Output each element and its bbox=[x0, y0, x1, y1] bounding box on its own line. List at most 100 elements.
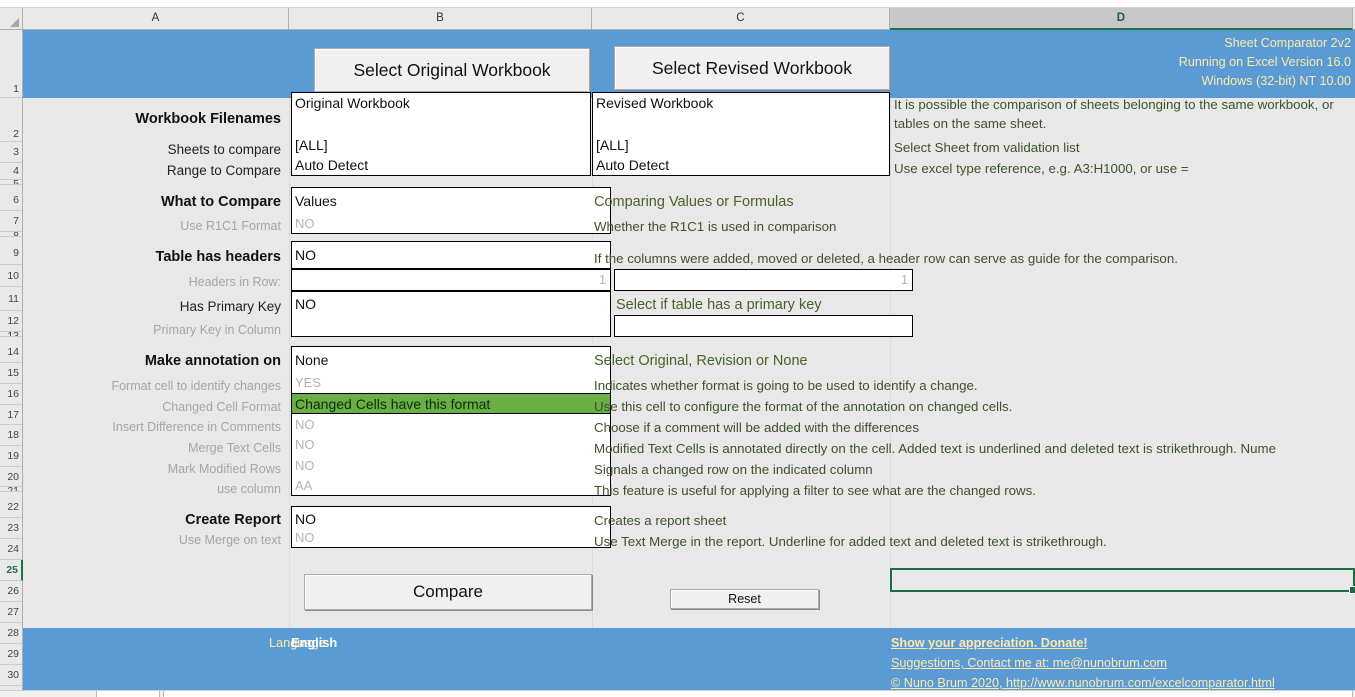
row-header-10[interactable]: 10 bbox=[0, 265, 22, 287]
create-report-description: Creates a report sheet bbox=[594, 513, 727, 528]
range-to-compare-revised-input[interactable]: Auto Detect bbox=[592, 155, 890, 176]
use-merge-on-text-input[interactable]: NO bbox=[291, 527, 611, 548]
window-top-strip bbox=[0, 0, 1355, 8]
column-header-a[interactable]: A bbox=[23, 8, 289, 29]
row-header-16[interactable]: 16 bbox=[0, 384, 22, 405]
select-all-corner[interactable] bbox=[0, 8, 23, 29]
has-primary-key-input[interactable]: NO bbox=[291, 291, 611, 315]
format-cell-to-identify-changes-input[interactable]: YES bbox=[291, 372, 611, 393]
app-title: Sheet Comparator 2v2 bbox=[1224, 36, 1351, 50]
row-header-27[interactable]: 27 bbox=[0, 602, 22, 623]
row-header-25[interactable]: 25 bbox=[0, 560, 23, 581]
row-header-19[interactable]: 19 bbox=[0, 446, 22, 467]
merge-text-cells-input[interactable]: NO bbox=[291, 434, 611, 455]
selected-cell-d25[interactable] bbox=[890, 568, 1355, 594]
row-header-6[interactable]: 6 bbox=[0, 185, 22, 211]
merge-text-cells-label: Merge Text Cells bbox=[188, 442, 281, 455]
row-header-17[interactable]: 17 bbox=[0, 405, 22, 425]
original-workbook-input[interactable]: Original Workbook bbox=[291, 92, 591, 134]
row-header-18[interactable]: 18 bbox=[0, 425, 22, 446]
make-annotation-on-label: Make annotation on bbox=[144, 354, 281, 369]
use-column-input[interactable]: AA bbox=[291, 476, 611, 496]
language-value[interactable]: English bbox=[291, 635, 491, 650]
row-header-12[interactable]: 12 bbox=[0, 311, 22, 332]
has-primary-key-description: Select if table has a primary key bbox=[616, 297, 822, 313]
range-to-compare-original-input[interactable]: Auto Detect bbox=[291, 155, 591, 176]
range-to-compare-description: Use excel type reference, e.g. A3:H1000,… bbox=[894, 161, 1189, 176]
changed-cell-format-label: Changed Cell Format bbox=[162, 401, 281, 414]
table-has-headers-input[interactable]: NO bbox=[291, 241, 611, 269]
primary-key-in-column-revised-input[interactable] bbox=[614, 315, 913, 337]
headers-in-row-revised-input[interactable]: 1 bbox=[614, 269, 913, 291]
row-header-7[interactable]: 7 bbox=[0, 211, 22, 232]
workbook-filenames-label: Workbook Filenames bbox=[135, 112, 281, 127]
row-header-29[interactable]: 29 bbox=[0, 644, 22, 665]
range-to-compare-label: Range to Compare bbox=[166, 164, 281, 178]
insert-difference-in-comments-label: Insert Difference in Comments bbox=[112, 421, 281, 434]
reset-button[interactable]: Reset bbox=[670, 589, 819, 609]
sheets-to-compare-original-input[interactable]: [ALL] bbox=[291, 134, 591, 155]
insert-difference-in-comments-input[interactable]: NO bbox=[291, 414, 611, 434]
select-original-workbook-button[interactable]: Select Original Workbook bbox=[314, 48, 590, 92]
create-report-label: Create Report bbox=[185, 513, 281, 528]
changed-cell-format-description: Use this cell to configure the format of… bbox=[594, 399, 1013, 414]
changed-cell-format-input[interactable]: Changed Cells have this format bbox=[291, 393, 611, 414]
row-header-3[interactable]: 3 bbox=[0, 142, 22, 163]
row-header-26[interactable]: 26 bbox=[0, 581, 22, 602]
row-header-28[interactable]: 28 bbox=[0, 623, 22, 644]
donate-link[interactable]: Show your appreciation. Donate! bbox=[891, 634, 1351, 654]
primary-key-in-column-label: Primary Key in Column bbox=[153, 324, 281, 337]
revised-workbook-input[interactable]: Revised Workbook bbox=[592, 92, 890, 134]
headers-in-row-label: Headers in Row: bbox=[188, 276, 281, 289]
insert-difference-in-comments-description: Choose if a comment will be added with t… bbox=[594, 420, 919, 435]
row-header-23[interactable]: 23 bbox=[0, 518, 22, 539]
use-merge-on-text-label: Use Merge on text bbox=[178, 534, 281, 547]
row-header-14[interactable]: 14 bbox=[0, 337, 22, 363]
row-header-9[interactable]: 9 bbox=[0, 237, 22, 265]
row-header-15[interactable]: 15 bbox=[0, 363, 22, 384]
row-header-4[interactable]: 4 bbox=[0, 163, 22, 180]
use-r1c1-format-description: Whether the R1C1 is used in comparison bbox=[594, 219, 837, 234]
use-r1c1-format-input[interactable]: NO bbox=[291, 214, 611, 234]
sheets-to-compare-label: Sheets to compare bbox=[167, 143, 281, 157]
select-revised-workbook-button[interactable]: Select Revised Workbook bbox=[614, 46, 890, 90]
column-header-d[interactable]: D bbox=[890, 8, 1353, 30]
use-column-description: This feature is useful for applying a fi… bbox=[594, 483, 1036, 498]
row-header-30[interactable]: 30 bbox=[0, 665, 22, 686]
workbook-filenames-description: It is possible the comparison of sheets … bbox=[894, 97, 1334, 132]
use-column-label: use column bbox=[217, 483, 281, 496]
sheet-tab-2[interactable] bbox=[163, 691, 1353, 697]
sheets-to-compare-revised-input[interactable]: [ALL] bbox=[592, 134, 890, 155]
excel-sheet: A B C D 1 2 3 4 5 6 7 8 9 10 11 12 13 14… bbox=[0, 0, 1355, 697]
what-to-compare-description: Comparing Values or Formulas bbox=[594, 194, 794, 210]
row-header-2[interactable]: 2 bbox=[0, 98, 22, 142]
headers-in-row-original-input[interactable]: 1 bbox=[291, 269, 611, 291]
use-r1c1-format-label: Use R1C1 Format bbox=[180, 220, 281, 233]
what-to-compare-input[interactable]: Values bbox=[291, 187, 611, 214]
mark-modified-rows-description: Signals a changed row on the indicated c… bbox=[594, 462, 873, 477]
row-header-24[interactable]: 24 bbox=[0, 539, 22, 560]
column-header-row: A B C D bbox=[0, 8, 1355, 30]
primary-key-in-column-original-input[interactable] bbox=[291, 315, 611, 337]
has-primary-key-label: Has Primary Key bbox=[179, 300, 281, 314]
mark-modified-rows-label: Mark Modified Rows bbox=[167, 463, 281, 476]
sheet-tab-1[interactable] bbox=[96, 691, 160, 697]
row-header-11[interactable]: 11 bbox=[0, 287, 22, 311]
column-header-c[interactable]: C bbox=[592, 8, 890, 29]
row-header-22[interactable]: 22 bbox=[0, 492, 22, 518]
make-annotation-on-input[interactable]: None bbox=[291, 346, 611, 372]
table-has-headers-label: Table has headers bbox=[155, 250, 281, 265]
sheets-to-compare-description: Select Sheet from validation list bbox=[894, 140, 1080, 155]
column-header-b[interactable]: B bbox=[289, 8, 592, 29]
mark-modified-rows-input[interactable]: NO bbox=[291, 455, 611, 476]
use-merge-on-text-description: Use Text Merge in the report. Underline … bbox=[594, 534, 1107, 549]
sheet-grid: Sheet Comparator 2v2 Running on Excel Ve… bbox=[23, 30, 1355, 697]
merge-text-cells-description: Modified Text Cells is annotated directl… bbox=[594, 441, 1276, 456]
contact-link[interactable]: Suggestions, Contact me at: me@nunobrum.… bbox=[891, 654, 1351, 674]
row-header-column: 1 2 3 4 5 6 7 8 9 10 11 12 13 14 15 16 1… bbox=[0, 30, 23, 697]
make-annotation-on-description: Select Original, Revision or None bbox=[594, 353, 808, 369]
row-header-1[interactable]: 1 bbox=[0, 30, 22, 98]
row-header-20[interactable]: 20 bbox=[0, 467, 22, 487]
compare-button[interactable]: Compare bbox=[304, 574, 592, 610]
table-has-headers-description: If the columns were added, moved or dele… bbox=[594, 251, 1178, 266]
